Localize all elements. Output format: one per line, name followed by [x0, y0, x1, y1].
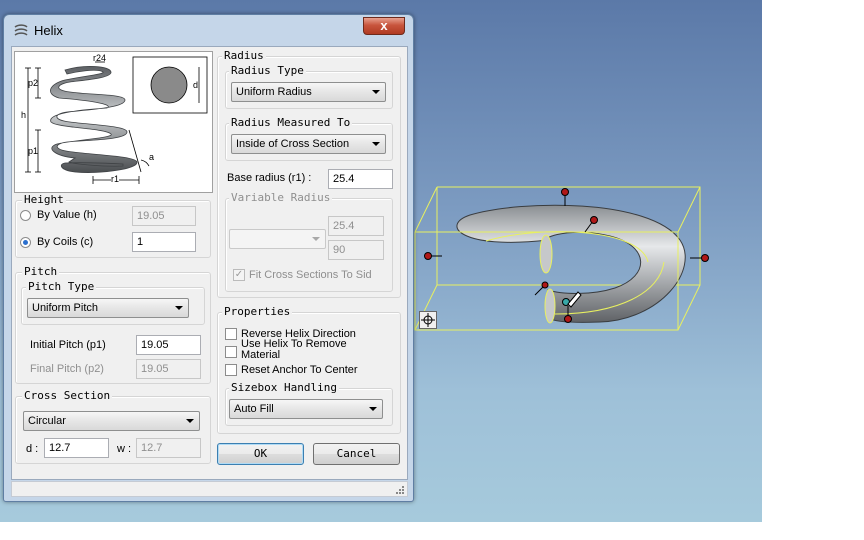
variable-radius-input-1: 25.4 [328, 216, 384, 236]
pitch-type-legend: Pitch Type [26, 280, 97, 293]
radius-type-select[interactable]: Uniform Radius [231, 82, 386, 102]
label-r1: r1 [111, 174, 120, 184]
title-bar[interactable]: Helix x [4, 15, 413, 45]
chevron-down-icon [312, 237, 320, 241]
w-input: 12.7 [136, 438, 201, 458]
fit-cross-label: Fit Cross Sections To Sid [249, 269, 372, 281]
helix-icon [14, 24, 28, 36]
chevron-down-icon [175, 306, 183, 310]
fit-cross-checkbox: ✓ [233, 269, 245, 281]
radius-legend: Radius [222, 49, 266, 62]
height-legend: Height [22, 193, 66, 206]
by-value-input: 19.05 [132, 206, 196, 226]
base-radius-label: Base radius (r1) : [227, 172, 312, 184]
window-title: Helix [34, 23, 63, 38]
use-helix-remove-checkbox[interactable] [225, 346, 237, 358]
variable-radius-input-2: 90 [328, 240, 384, 260]
by-value-label[interactable]: By Value (h) [37, 209, 97, 221]
properties-legend: Properties [222, 305, 293, 318]
by-value-radio[interactable] [20, 210, 31, 221]
initial-pitch-label: Initial Pitch (p1) [30, 339, 106, 351]
cross-section-legend: Cross Section [22, 389, 113, 402]
label-p2: p2 [28, 78, 39, 88]
by-coils-label[interactable]: By Coils (c) [37, 236, 93, 248]
handle-front [541, 281, 549, 289]
label-r24: r24 [93, 53, 107, 63]
measured-to-legend: Radius Measured To [229, 116, 353, 129]
resize-grip-icon[interactable] [395, 485, 405, 495]
pitch-legend: Pitch [22, 265, 60, 278]
chevron-down-icon [372, 142, 380, 146]
helix-diagram: r24 p2 h p1 a r1 d [14, 51, 213, 193]
handle-top [561, 188, 569, 196]
base-radius-input[interactable]: 25.4 [328, 169, 393, 189]
chevron-down-icon [372, 90, 380, 94]
d-input[interactable]: 12.7 [44, 438, 109, 458]
label-p1: p1 [28, 146, 39, 156]
status-bar [11, 481, 408, 497]
label-a: a [149, 152, 155, 162]
chevron-down-icon [369, 407, 377, 411]
cancel-button[interactable]: Cancel [313, 443, 400, 465]
chevron-down-icon [186, 419, 194, 423]
label-h: h [21, 110, 27, 120]
label-d: d [193, 80, 199, 90]
ok-button[interactable]: OK [217, 443, 304, 465]
w-label: w : [117, 443, 132, 455]
anchor-gizmo-icon[interactable] [419, 311, 437, 329]
reset-anchor-checkbox[interactable] [225, 364, 237, 376]
d-label: d : [26, 443, 39, 455]
radius-type-legend: Radius Type [229, 64, 306, 77]
by-coils-input[interactable]: 1 [132, 232, 196, 252]
cross-section-select[interactable]: Circular [23, 411, 200, 431]
handle-right [701, 254, 709, 262]
measured-to-select[interactable]: Inside of Cross Section [231, 134, 386, 154]
variable-radius-legend: Variable Radius [229, 191, 333, 204]
final-pitch-input: 19.05 [136, 359, 201, 379]
pitch-type-select[interactable]: Uniform Pitch [27, 298, 189, 318]
use-helix-remove-label[interactable]: Use Helix To Remove Material [241, 339, 361, 361]
by-coils-radio[interactable] [20, 237, 31, 248]
close-button[interactable]: x [363, 17, 405, 35]
handle-left [424, 252, 432, 260]
reverse-helix-checkbox[interactable] [225, 328, 237, 340]
initial-pitch-input[interactable]: 19.05 [136, 335, 201, 355]
reset-anchor-label[interactable]: Reset Anchor To Center [241, 364, 358, 376]
final-pitch-label: Final Pitch (p2) [30, 363, 104, 375]
handle-back [590, 216, 598, 224]
sizebox-legend: Sizebox Handling [229, 381, 339, 394]
handle-bottom [564, 315, 572, 323]
sizebox-select[interactable]: Auto Fill [229, 399, 383, 419]
variable-radius-select [229, 229, 326, 249]
